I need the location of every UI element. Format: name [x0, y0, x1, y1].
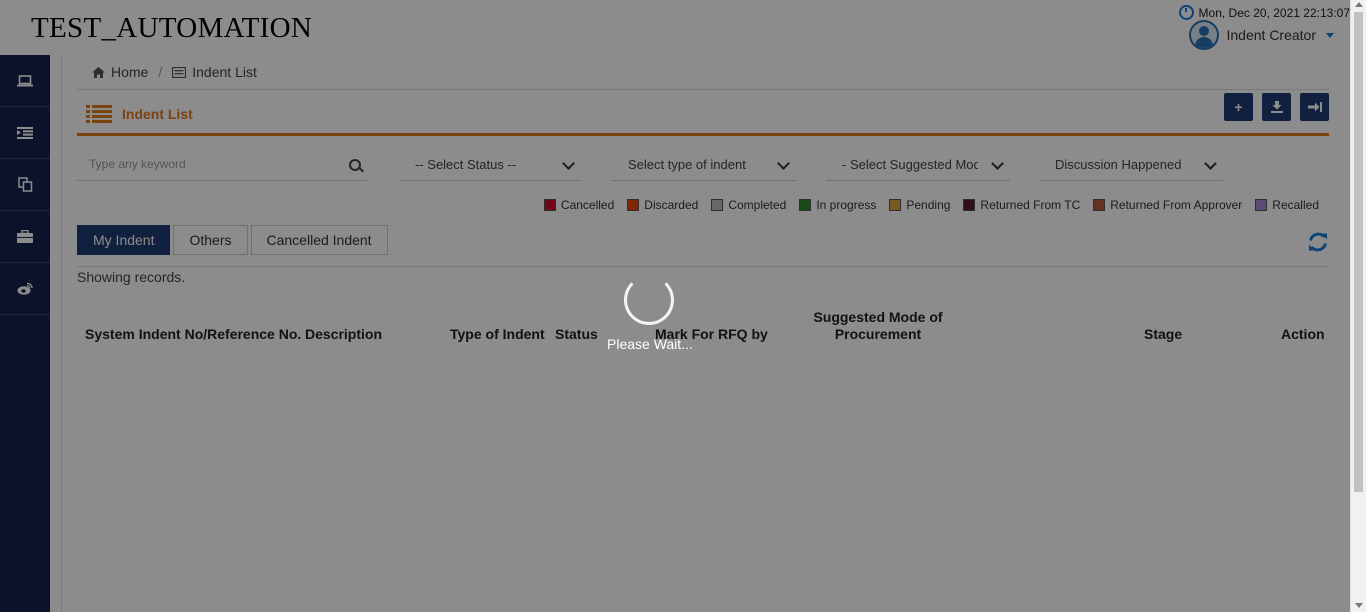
spinner-icon	[624, 275, 674, 325]
scrollbar[interactable]	[1350, 0, 1366, 612]
scrollbar-thumb[interactable]	[1354, 12, 1363, 492]
loading-overlay: Please Wait...	[0, 0, 1350, 612]
scroll-down-icon[interactable]	[1355, 603, 1363, 608]
loading-text: Please Wait...	[607, 336, 693, 352]
scroll-up-icon[interactable]	[1355, 2, 1363, 7]
